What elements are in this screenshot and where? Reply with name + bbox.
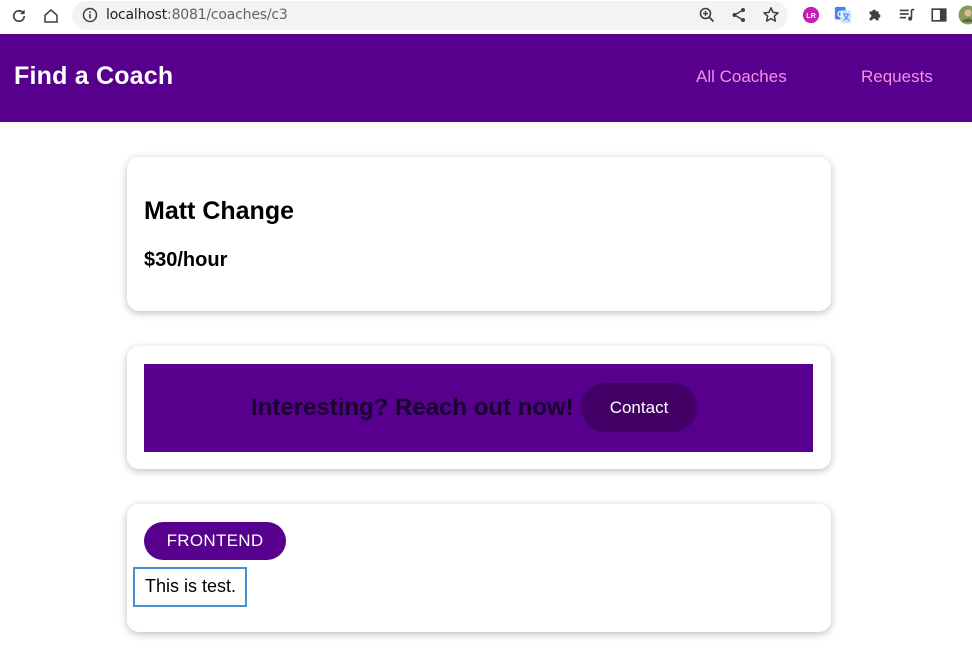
side-panel-icon[interactable] — [929, 5, 949, 25]
svg-text:G: G — [837, 10, 843, 19]
share-icon[interactable] — [730, 6, 748, 24]
lr-extension-label: LR — [806, 11, 816, 20]
url-text[interactable]: localhost:8081/coaches/c3 — [106, 7, 288, 23]
site-info-icon[interactable] — [82, 7, 98, 23]
zoom-icon[interactable] — [698, 6, 716, 24]
area-badge-frontend: FRONTEND — [144, 522, 286, 560]
profile-avatar-icon[interactable] — [958, 5, 972, 25]
coach-description[interactable]: This is test. — [133, 567, 247, 607]
app-header: Find a Coach All Coaches Requests — [0, 34, 972, 122]
bookmark-star-icon[interactable] — [762, 6, 780, 24]
coach-details-card: FRONTEND This is test. — [127, 504, 831, 632]
coach-name: Matt Change — [144, 197, 294, 225]
nav-all-coaches-link[interactable]: All Coaches — [696, 67, 787, 87]
media-queue-icon[interactable] — [897, 5, 917, 25]
browser-toolbar: localhost:8081/coaches/c3 LR G — [0, 0, 972, 34]
reload-icon[interactable] — [8, 5, 30, 27]
contact-button[interactable]: Contact — [581, 383, 697, 432]
lr-extension-icon[interactable]: LR — [801, 5, 821, 25]
address-bar[interactable]: localhost:8081/coaches/c3 — [72, 1, 788, 30]
extensions-puzzle-icon[interactable] — [865, 5, 885, 25]
contact-prompt: Interesting? Reach out now! — [251, 394, 574, 421]
app-title[interactable]: Find a Coach — [14, 62, 173, 91]
coach-info-card: Matt Change $30/hour — [127, 157, 831, 311]
nav-requests-link[interactable]: Requests — [861, 67, 933, 87]
translate-icon[interactable]: G — [833, 5, 853, 25]
url-path: :8081/coaches/c3 — [167, 7, 288, 23]
contact-banner: Interesting? Reach out now! Contact — [144, 364, 813, 452]
home-icon[interactable] — [40, 5, 62, 27]
contact-card: Interesting? Reach out now! Contact — [127, 346, 831, 469]
url-host: localhost — [106, 7, 168, 23]
coach-rate: $30/hour — [144, 249, 228, 271]
